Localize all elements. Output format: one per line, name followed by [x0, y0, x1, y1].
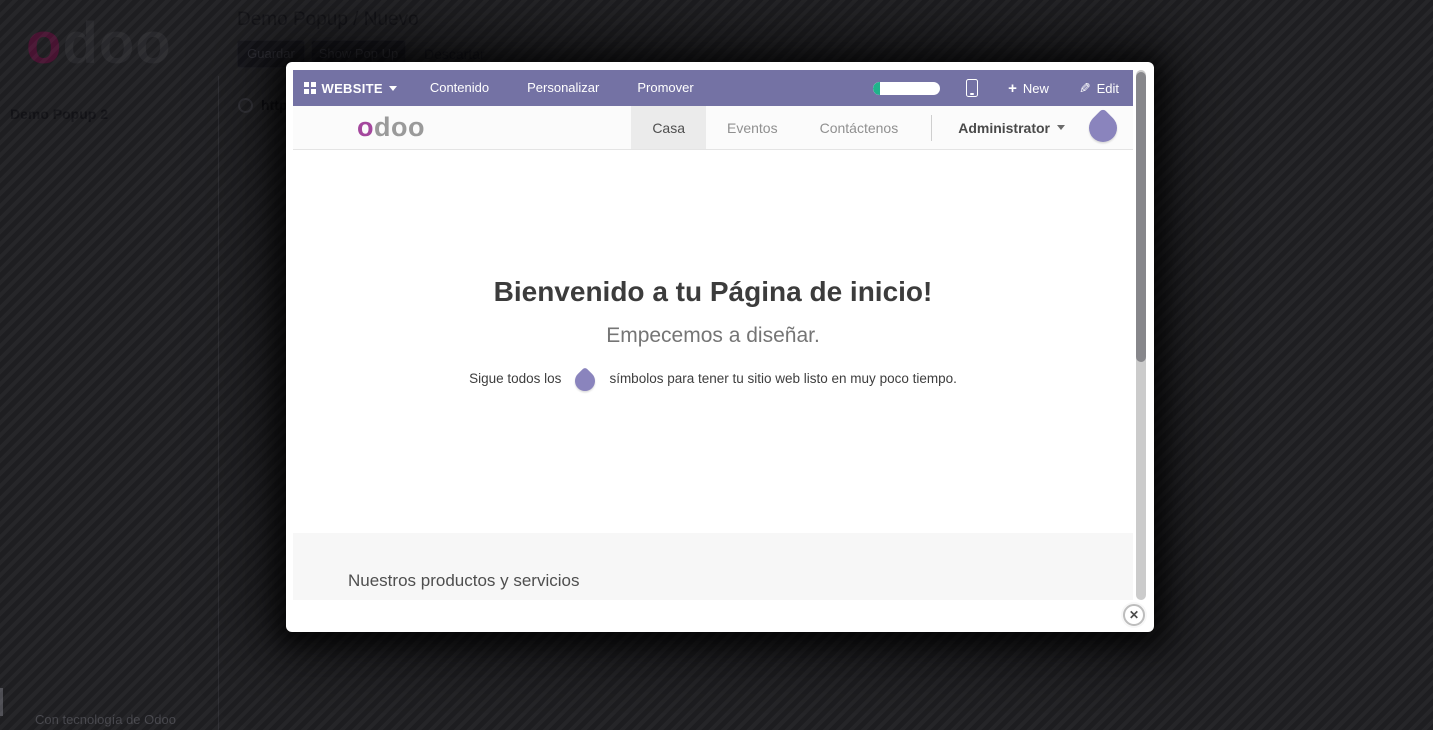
drop-symbol-icon — [571, 367, 599, 395]
close-icon[interactable]: ✕ — [1123, 604, 1145, 626]
hero-title-bold: Página de inicio! — [710, 276, 932, 307]
site-logo[interactable]: odoo — [357, 114, 425, 141]
toolbar-right-group: + New ✎ Edit — [873, 79, 1133, 97]
site-nav: Casa Eventos Contáctenos Administrator — [631, 106, 1133, 149]
hero-title-normal: Bienvenido a tu — [494, 276, 710, 307]
logo-letter: o — [26, 11, 62, 76]
nav-item-contactenos[interactable]: Contáctenos — [799, 106, 920, 149]
sidebar-item-demo-popup-2: Demo Popup 2 — [10, 106, 108, 122]
modal-footer: ✕ — [286, 600, 1154, 632]
user-menu-label: Administrator — [958, 120, 1050, 136]
breadcrumb: Demo Popup / Nuevo — [237, 9, 419, 31]
logo-letter: o — [357, 112, 374, 142]
scrollbar-column — [1133, 70, 1147, 600]
tutorial-drop-icon[interactable] — [1083, 108, 1123, 148]
website-menu-label: WEBSITE — [322, 81, 383, 96]
radio-label: http — [261, 97, 287, 113]
tutorial-progress-fill — [873, 82, 880, 95]
left-edge-notch — [0, 688, 3, 716]
edit-button-label: Edit — [1097, 81, 1119, 96]
plus-icon: + — [1008, 81, 1017, 96]
hero-title: Bienvenido a tu Página de inicio! — [293, 150, 1133, 308]
tutorial-progress-bar — [873, 82, 940, 95]
sidebar-divider — [218, 76, 219, 730]
menu-personalizar[interactable]: Personalizar — [508, 70, 618, 106]
radio-button — [238, 98, 253, 113]
hero-subtitle: Empecemos a diseñar. — [293, 324, 1133, 348]
logo-letters: doo — [62, 11, 171, 76]
website-toolbar: WEBSITE Contenido Personalizar Promover … — [293, 70, 1133, 106]
user-menu-administrator[interactable]: Administrator — [944, 106, 1079, 149]
modal-body: WEBSITE Contenido Personalizar Promover … — [293, 70, 1147, 600]
caret-down-icon — [1057, 125, 1065, 130]
website-frame: WEBSITE Contenido Personalizar Promover … — [293, 70, 1133, 600]
menu-contenido[interactable]: Contenido — [411, 70, 508, 106]
homepage-hero: Bienvenido a tu Página de inicio! Empece… — [293, 150, 1133, 533]
mobile-preview-icon[interactable] — [966, 79, 978, 97]
screen: odoo Demo Popup / Nuevo Guardar Show Pop… — [0, 0, 1433, 730]
tip-text-after: símbolos para tener tu sitio web listo e… — [609, 371, 956, 386]
pencil-icon: ✎ — [1079, 81, 1091, 95]
products-section-heading: Nuestros productos y servicios — [293, 533, 1133, 591]
apps-grid-icon — [304, 82, 316, 94]
tip-text-before: Sigue todos los — [469, 371, 561, 386]
nav-divider — [931, 115, 932, 141]
caret-down-icon — [389, 86, 397, 91]
menu-promover[interactable]: Promover — [618, 70, 712, 106]
scrollbar-thumb[interactable] — [1136, 72, 1146, 362]
website-menu-button[interactable]: WEBSITE — [304, 81, 397, 96]
nav-item-casa[interactable]: Casa — [631, 106, 706, 149]
odoo-backend-logo: odoo — [26, 10, 172, 77]
new-button[interactable]: + New — [1008, 81, 1049, 96]
edit-button[interactable]: ✎ Edit — [1079, 81, 1119, 96]
website-preview-modal: WEBSITE Contenido Personalizar Promover … — [286, 62, 1154, 632]
hero-tip: Sigue todos los símbolos para tener tu s… — [293, 366, 1133, 391]
nav-item-eventos[interactable]: Eventos — [706, 106, 799, 149]
discard-button: Descartar — [424, 46, 485, 62]
logo-letters: doo — [374, 112, 425, 142]
products-section: Nuestros productos y servicios — [293, 533, 1133, 600]
site-header: odoo Casa Eventos Contáctenos Administra… — [293, 106, 1133, 150]
new-button-label: New — [1023, 81, 1049, 96]
powered-by-odoo-text: Con tecnología de Odoo — [35, 712, 176, 727]
